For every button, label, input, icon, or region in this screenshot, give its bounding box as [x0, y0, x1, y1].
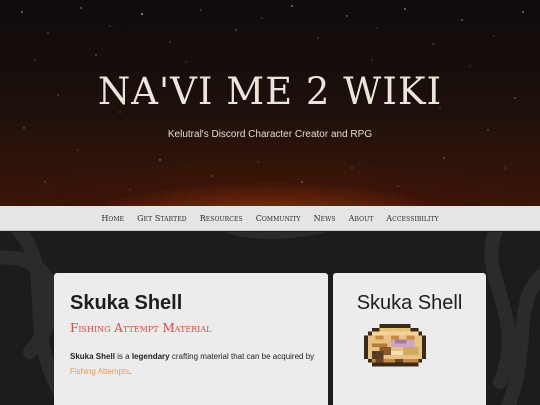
nav-item-get-started[interactable]: Get Started [137, 214, 187, 223]
desc-text-1: is a [114, 352, 132, 361]
main-navigation: Home Get Started Resources Community New… [0, 206, 540, 231]
skuka-shell-icon [364, 323, 426, 367]
infobox-title: Skuka Shell [356, 292, 463, 314]
item-rarity: legendary [131, 352, 170, 361]
article-description: Skuka Shell is a legendary crafting mate… [70, 349, 315, 379]
article-card: Skuka Shell Fishing Attempt Material Sku… [54, 273, 328, 405]
fishing-attempts-link[interactable]: Fishing Attempts [70, 367, 129, 376]
site-subtitle: Kelutral's Discord Character Creator and… [167, 129, 373, 140]
site-title: NA'VI ME 2 WIKI [97, 70, 443, 113]
site-header: NA'VI ME 2 WIKI Kelutral's Discord Chara… [0, 0, 540, 206]
nav-item-resources[interactable]: Resources [200, 214, 243, 223]
infobox-card: Skuka Shell [333, 273, 486, 405]
item-name: Skuka Shell [70, 352, 115, 361]
nav-item-community[interactable]: Community [256, 214, 301, 223]
page-title: Skuka Shell [70, 292, 183, 314]
nav-item-home[interactable]: Home [101, 214, 124, 223]
desc-text-end: . [129, 367, 132, 376]
nav-item-news[interactable]: News [314, 214, 336, 223]
page-subtitle: Fishing Attempt Material [70, 321, 212, 335]
nav-item-accessibility[interactable]: Accessibility [386, 214, 438, 223]
desc-text-2: crafting material that can be acquired b… [169, 352, 315, 361]
nav-item-about[interactable]: About [349, 214, 374, 223]
